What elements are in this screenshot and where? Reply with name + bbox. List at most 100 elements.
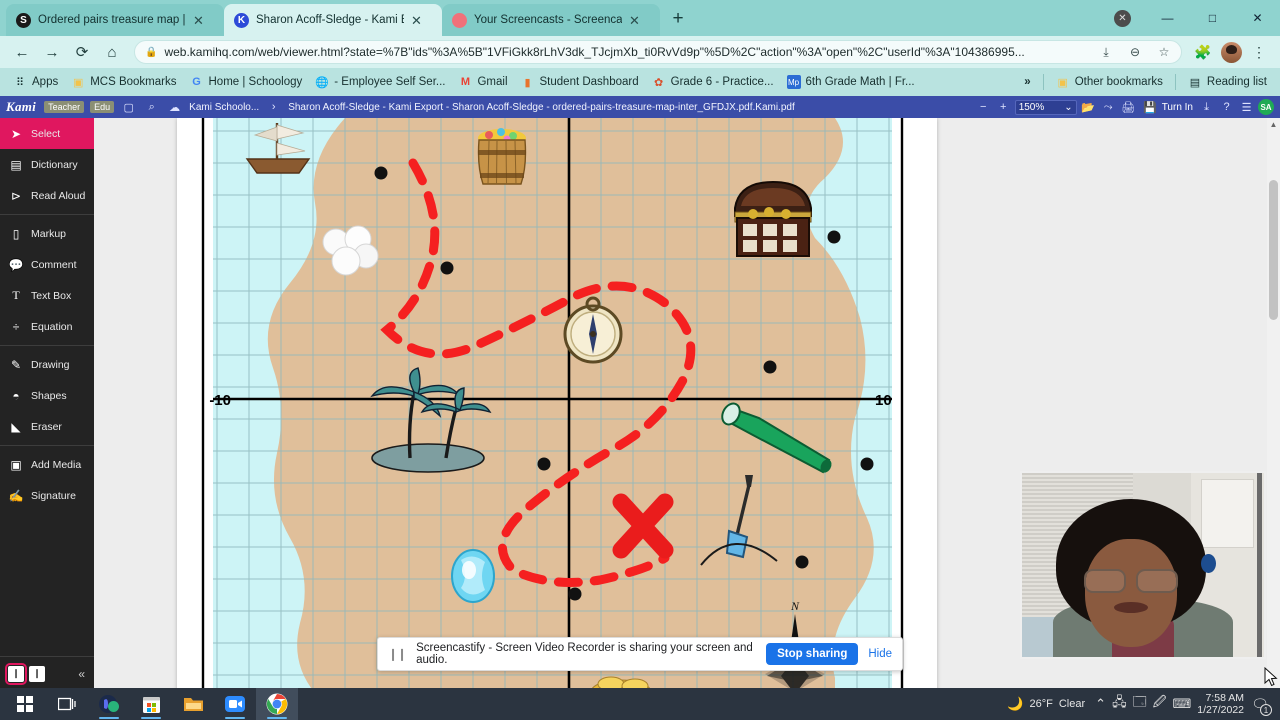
maximize-button[interactable]: □ bbox=[1190, 2, 1235, 34]
megaphone-icon: ⊳ bbox=[10, 188, 22, 203]
app-teams[interactable] bbox=[88, 688, 130, 720]
color-swatch-secondary[interactable]: ❙ bbox=[29, 665, 45, 682]
app-store[interactable] bbox=[130, 688, 172, 720]
browser-tab-1[interactable]: S Ordered pairs treasure map | Sch ✕ bbox=[6, 4, 224, 36]
tool-label: Shapes bbox=[31, 389, 67, 402]
scrollbar-thumb[interactable] bbox=[1269, 180, 1278, 320]
bookmark-gmail[interactable]: M Gmail bbox=[452, 73, 513, 91]
panel-toggle-icon[interactable]: ▢ bbox=[120, 99, 137, 116]
tool-text-box[interactable]: T Text Box bbox=[0, 280, 94, 311]
onedrive-icon[interactable]: 🗔 bbox=[1133, 693, 1147, 715]
help-icon[interactable]: ? bbox=[1218, 99, 1235, 116]
browser-tab-2[interactable]: K Sharon Acoff-Sledge - Kami Expo ✕ bbox=[224, 4, 442, 36]
other-bookmarks-button[interactable]: ▣ Other bookmarks bbox=[1050, 73, 1169, 91]
zoom-in-button[interactable]: + bbox=[995, 99, 1012, 116]
zoom-out-button[interactable]: − bbox=[975, 99, 992, 116]
app-explorer[interactable] bbox=[172, 688, 214, 720]
new-tab-button[interactable]: + bbox=[664, 5, 692, 33]
breadcrumb-source[interactable]: Kami Schoolo... bbox=[189, 102, 259, 113]
division-sign-icon: ÷ bbox=[12, 319, 20, 334]
bookmark-schoology[interactable]: G Home | Schoology bbox=[184, 73, 309, 91]
install-icon[interactable]: ⤓ bbox=[1095, 41, 1117, 63]
star-icon[interactable]: ☆ bbox=[1153, 41, 1175, 63]
tool-eraser[interactable]: ◣ Eraser bbox=[0, 411, 94, 442]
zoom-out-icon[interactable]: ⊖ bbox=[1124, 41, 1146, 63]
bookmark-label: Apps bbox=[32, 76, 59, 88]
address-bar[interactable]: 🔒 web.kamihq.com/web/viewer.html?state=%… bbox=[134, 40, 1182, 64]
tab-favicon: S bbox=[16, 12, 31, 28]
user-avatar[interactable]: SA bbox=[1258, 99, 1274, 115]
keyboard-icon[interactable]: ⌨ bbox=[1173, 696, 1192, 712]
download-icon[interactable]: ⤓ bbox=[1198, 99, 1215, 116]
close-icon[interactable]: ✕ bbox=[193, 14, 204, 27]
axis-label-left: -10 bbox=[209, 392, 231, 409]
notification-center-button[interactable]: 🗨 1 bbox=[1250, 694, 1272, 716]
pen-icon[interactable]: 🖉 bbox=[1153, 693, 1167, 715]
tool-equation[interactable]: ÷ Equation bbox=[0, 311, 94, 342]
close-icon[interactable]: ✕ bbox=[411, 14, 422, 27]
tool-add-media[interactable]: ▣ Add Media bbox=[0, 449, 94, 480]
app-chrome[interactable] bbox=[256, 688, 298, 720]
bookmark-apps[interactable]: ⠿ Apps bbox=[7, 73, 64, 91]
viewer-scrollbar[interactable]: ▲ ▼ bbox=[1267, 118, 1280, 720]
tool-dictionary[interactable]: ▤ Dictionary bbox=[0, 149, 94, 180]
collapse-left-icon[interactable]: « bbox=[78, 667, 85, 681]
notification-count: 1 bbox=[1260, 704, 1272, 716]
tool-comment[interactable]: 💬 Comment bbox=[0, 249, 94, 280]
close-window-button[interactable]: ✕ bbox=[1235, 2, 1280, 34]
close-icon[interactable]: ✕ bbox=[629, 14, 640, 27]
reading-list-button[interactable]: ▤ Reading list bbox=[1182, 73, 1273, 91]
bookmark-grade6[interactable]: ✿ Grade 6 - Practice... bbox=[646, 73, 780, 91]
bookmark-6thgrademath[interactable]: Mp 6th Grade Math | Fr... bbox=[781, 73, 921, 91]
minimize-button[interactable]: — bbox=[1145, 2, 1190, 34]
chart-icon: ▮ bbox=[524, 76, 531, 89]
bookmark-dashboard[interactable]: ▮ Student Dashboard bbox=[515, 73, 645, 91]
app-zoom[interactable] bbox=[214, 688, 256, 720]
avatar[interactable] bbox=[1218, 39, 1244, 65]
mouse-cursor bbox=[1264, 667, 1278, 687]
image-icon: ▣ bbox=[10, 457, 22, 472]
turn-in-button[interactable]: 💾 Turn In bbox=[1140, 99, 1195, 116]
clock[interactable]: 7:58 AM 1/27/2022 bbox=[1197, 692, 1244, 717]
open-folder-icon[interactable]: 📂 bbox=[1080, 99, 1097, 116]
scroll-up-icon[interactable]: ▲ bbox=[1267, 118, 1280, 131]
tool-select[interactable]: ➤ Select bbox=[0, 118, 94, 149]
hide-button[interactable]: Hide bbox=[868, 648, 892, 660]
zoom-camera-icon bbox=[225, 696, 245, 712]
tool-label: Comment bbox=[31, 258, 77, 271]
stop-sharing-button[interactable]: Stop sharing bbox=[766, 643, 859, 665]
bookmark-employee[interactable]: 🌐 - Employee Self Ser... bbox=[309, 73, 451, 91]
start-button[interactable] bbox=[4, 688, 46, 720]
tool-shapes[interactable]: ◓ Shapes bbox=[0, 380, 94, 411]
search-icon[interactable]: ⌕ bbox=[143, 99, 160, 116]
three-dot-menu-icon[interactable]: ⋮ bbox=[1246, 39, 1272, 65]
chevron-up-icon[interactable]: ⌃ bbox=[1095, 696, 1106, 712]
tool-read-aloud[interactable]: ⊳ Read Aloud bbox=[0, 180, 94, 211]
bookmark-label: Home | Schoology bbox=[208, 76, 303, 88]
back-icon[interactable]: ← bbox=[8, 38, 36, 66]
chevron-right-icon: › bbox=[271, 101, 276, 113]
hamburger-menu-icon[interactable]: ☰ bbox=[1238, 99, 1255, 116]
bookmark-mcs[interactable]: ▣ MCS Bookmarks bbox=[65, 73, 182, 91]
reload-icon[interactable]: ⟳ bbox=[68, 38, 96, 66]
forward-icon[interactable]: → bbox=[38, 38, 66, 66]
zoom-level-select[interactable]: 150% ⌄ bbox=[1014, 99, 1077, 115]
task-view-button[interactable] bbox=[46, 688, 88, 720]
bookmarks-overflow-button[interactable]: » bbox=[1018, 74, 1036, 90]
webcam-overlay[interactable] bbox=[1020, 471, 1266, 659]
browser-tab-3[interactable]: Your Screencasts - Screencastify ✕ bbox=[442, 4, 660, 36]
share-icon[interactable]: ⤳ bbox=[1100, 99, 1117, 116]
extension-indicator-icon[interactable]: ✕ bbox=[1100, 2, 1145, 34]
print-icon[interactable]: 🖨 bbox=[1120, 99, 1137, 116]
tool-markup[interactable]: ▯ Markup bbox=[0, 218, 94, 249]
color-swatch-primary[interactable]: ❙ bbox=[5, 662, 27, 685]
home-icon[interactable]: ⌂ bbox=[98, 38, 126, 66]
tool-signature[interactable]: ✍ Signature bbox=[0, 480, 94, 511]
tool-drawing[interactable]: ✎ Drawing bbox=[0, 349, 94, 380]
plotted-point bbox=[568, 587, 582, 601]
network-icon[interactable]: 🖧 bbox=[1112, 693, 1127, 715]
microsoft-store-icon bbox=[142, 696, 160, 713]
puzzle-icon[interactable]: 🧩 bbox=[1190, 39, 1216, 65]
weather-temp[interactable]: 26°F bbox=[1030, 698, 1053, 710]
weather-condition[interactable]: Clear bbox=[1059, 698, 1085, 710]
